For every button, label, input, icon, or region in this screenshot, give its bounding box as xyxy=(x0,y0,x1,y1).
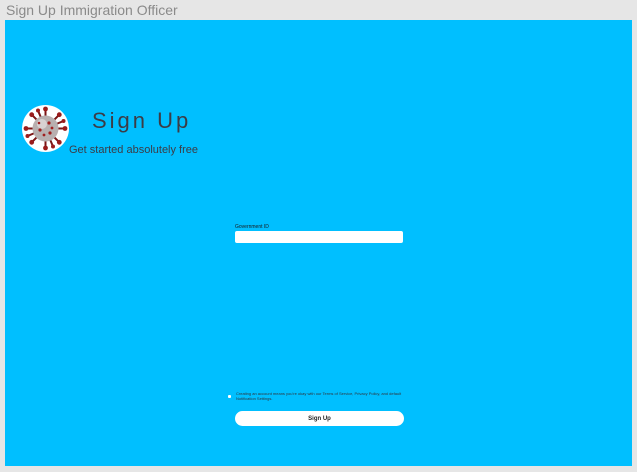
government-id-label: Government ID xyxy=(235,224,269,230)
virus-icon xyxy=(22,105,69,152)
terms-checkbox[interactable] xyxy=(228,395,231,398)
government-id-input[interactable] xyxy=(235,231,403,243)
page-title: Sign Up xyxy=(92,108,192,133)
terms-text: Creating an account means you're okay wi… xyxy=(236,391,402,401)
signup-button[interactable]: Sign Up xyxy=(235,411,404,426)
window-title: Sign Up Immigration Officer xyxy=(6,2,178,18)
app-window: Sign Up Immigration Officer Sign Up Get … xyxy=(0,0,637,472)
page-subtitle: Get started absolutely free xyxy=(69,144,199,156)
title-bar: Sign Up Immigration Officer xyxy=(0,0,637,20)
signup-page: Sign Up Get started absolutely free Gove… xyxy=(5,20,632,466)
